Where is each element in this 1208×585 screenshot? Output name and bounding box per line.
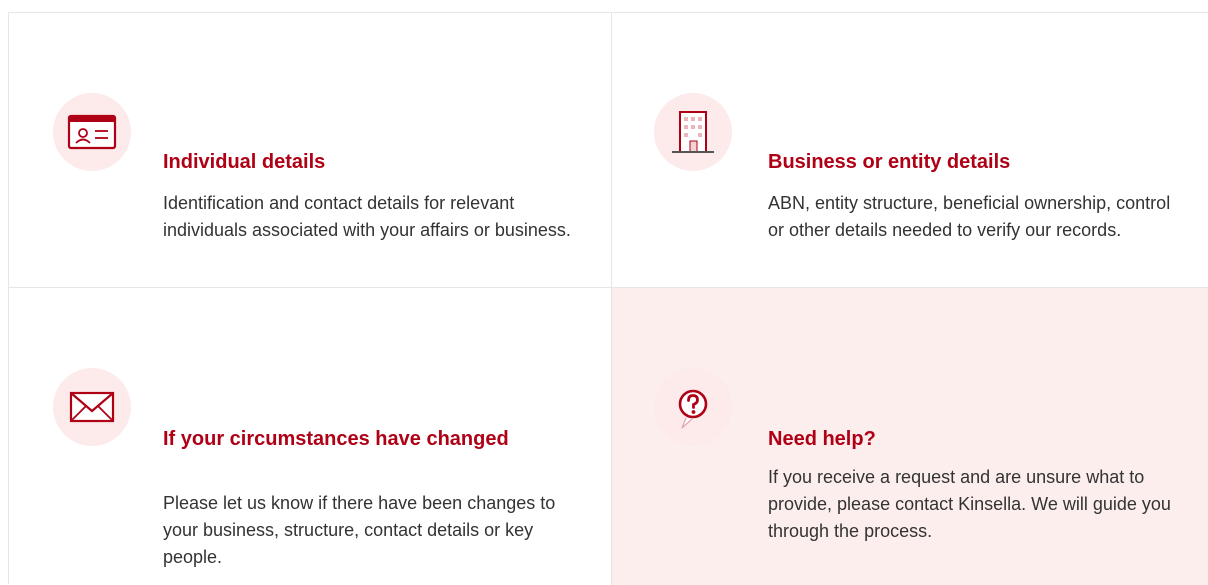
card-title: Business or entity details: [768, 151, 1011, 173]
info-cards-grid: Individual details Identification and co…: [8, 12, 1208, 585]
envelope-icon: [53, 368, 131, 446]
card-individual-details: Individual details Identification and co…: [9, 13, 612, 288]
card-description: Identification and contact details for r…: [163, 193, 571, 240]
card-title: Need help?: [768, 428, 876, 450]
card-description: ABN, entity structure, beneficial owners…: [768, 193, 1171, 240]
building-icon: [654, 93, 732, 171]
card-business-entity-details: Business or entity details ABN, entity s…: [612, 13, 1208, 288]
card-description: If you receive a request and are unsure …: [768, 467, 1171, 541]
card-description: Please let us know if there have been ch…: [163, 493, 556, 567]
card-title: If your circumstances have changed: [163, 428, 509, 450]
card-need-help: Need help? If you receive a request and …: [612, 288, 1208, 585]
card-circumstances-changed: If your circumstances have changed Pleas…: [9, 288, 612, 585]
help-question-icon: [654, 368, 732, 446]
card-title: Individual details: [163, 151, 326, 173]
id-card-icon: [53, 93, 131, 171]
